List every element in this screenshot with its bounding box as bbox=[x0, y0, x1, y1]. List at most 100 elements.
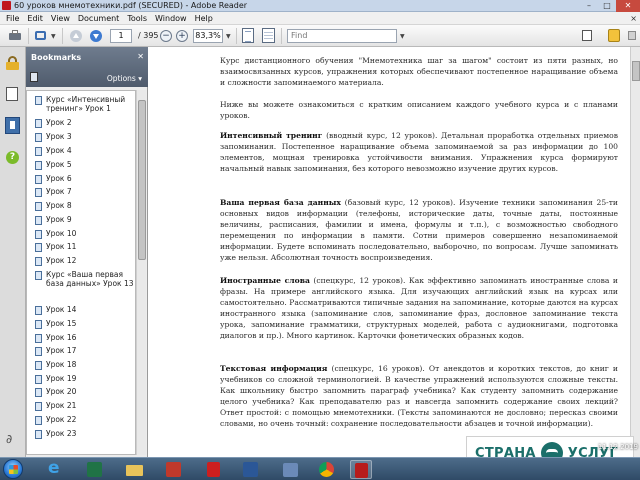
bookmark-item[interactable]: Урок 9 bbox=[35, 215, 134, 225]
bookmark-page-icon bbox=[35, 202, 42, 211]
bookmarks-title: Bookmarks bbox=[31, 53, 82, 62]
print-icon[interactable] bbox=[8, 29, 22, 43]
menu-tools[interactable]: Tools bbox=[123, 12, 151, 25]
bookmark-item[interactable]: Урок 12 bbox=[35, 256, 134, 266]
course-description: (спецкурс, 16 уроков). От анекдотов и ко… bbox=[220, 364, 618, 428]
attachment-icon[interactable]: ∂ bbox=[6, 432, 18, 446]
previous-page-button[interactable] bbox=[70, 30, 82, 42]
acrobat-icon[interactable] bbox=[203, 460, 225, 479]
bookmark-item[interactable]: Урок 23 bbox=[35, 429, 134, 439]
bookmark-item[interactable]: Урок 11 bbox=[35, 242, 134, 252]
bookmark-item[interactable]: Урок 10 bbox=[35, 229, 134, 239]
bookmark-item[interactable]: Урок 20 bbox=[35, 387, 134, 397]
intro-paragraph: Курс дистанционного обучения "Мнемотехни… bbox=[220, 56, 618, 87]
menu-edit[interactable]: Edit bbox=[23, 12, 47, 25]
bookmark-page-icon bbox=[35, 161, 42, 170]
menu-view[interactable]: View bbox=[47, 12, 74, 25]
bookmark-item[interactable]: Урок 4 bbox=[35, 146, 134, 156]
bookmark-page-icon bbox=[35, 347, 42, 356]
bookmark-item[interactable]: Урок 18 bbox=[35, 360, 134, 370]
bookmark-item[interactable]: Урок 21 bbox=[35, 401, 134, 411]
bookmark-item[interactable]: Урок 8 bbox=[35, 201, 134, 211]
lock-icon[interactable] bbox=[6, 56, 19, 70]
bookmark-item[interactable]: Урок 22 bbox=[35, 415, 134, 425]
bookmark-page-icon bbox=[35, 257, 42, 266]
start-button[interactable] bbox=[3, 459, 23, 479]
clock-date: 11.12.2019 bbox=[597, 443, 638, 451]
comment-icon[interactable] bbox=[608, 29, 620, 42]
zoom-out-button[interactable]: − bbox=[160, 30, 172, 42]
help-icon[interactable]: ? bbox=[6, 151, 19, 164]
bookmark-options-icon[interactable] bbox=[30, 72, 38, 82]
document-scrollbar[interactable] bbox=[630, 47, 640, 457]
bookmark-item[interactable]: Урок 6 bbox=[35, 174, 134, 184]
bookmark-label: Урок 16 bbox=[46, 333, 77, 342]
bookmark-item[interactable]: Курс «Интенсивный тренинг» Урок 1 bbox=[35, 95, 134, 113]
scrollbar-thumb[interactable] bbox=[138, 100, 146, 260]
viewer-icon[interactable] bbox=[280, 460, 302, 479]
bookmark-label: Урок 14 bbox=[46, 305, 77, 314]
menu-window[interactable]: Window bbox=[151, 12, 191, 25]
zoom-in-button[interactable]: + bbox=[176, 30, 188, 42]
bookmark-label: Урок 6 bbox=[46, 174, 72, 183]
maximize-button[interactable]: □ bbox=[598, 0, 616, 12]
pages-icon[interactable] bbox=[3, 87, 18, 105]
document-icon[interactable] bbox=[582, 30, 592, 41]
bookmark-page-icon bbox=[35, 96, 42, 105]
bookmark-item[interactable]: Урок 15 bbox=[35, 319, 134, 329]
bookmark-page-icon bbox=[35, 388, 42, 397]
bookmark-page-icon bbox=[35, 271, 42, 280]
fit-width-icon[interactable] bbox=[262, 28, 275, 43]
bookmark-label: Урок 12 bbox=[46, 256, 77, 265]
bookmark-label: Урок 17 bbox=[46, 346, 77, 355]
toolbar: ▼ 1 / 395 − + 83,3% ▼ Find ▼ bbox=[0, 25, 640, 47]
bookmark-item[interactable]: Урок 14 bbox=[35, 305, 134, 315]
word-icon[interactable] bbox=[240, 460, 262, 479]
bookmark-label: Урок 2 bbox=[46, 118, 72, 127]
menu-help[interactable]: Help bbox=[191, 12, 217, 25]
chevron-down-icon[interactable]: ▼ bbox=[400, 33, 405, 40]
bookmark-item[interactable]: Урок 17 bbox=[35, 346, 134, 356]
course-paragraph: Ваша первая база данных (базовый курс, 1… bbox=[220, 197, 618, 263]
chevron-down-icon[interactable]: ▼ bbox=[226, 33, 231, 40]
presentation-icon[interactable] bbox=[163, 460, 185, 479]
bookmark-icon[interactable] bbox=[5, 117, 20, 134]
internet-explorer-icon[interactable] bbox=[44, 458, 66, 479]
excel-icon[interactable] bbox=[84, 460, 106, 479]
close-panel-button[interactable]: ✕ bbox=[137, 52, 144, 61]
close-document-button[interactable]: × bbox=[630, 12, 637, 25]
zoom-input[interactable]: 83,3% bbox=[193, 29, 223, 43]
minimize-button[interactable]: – bbox=[580, 0, 598, 12]
chevron-down-icon[interactable]: ▼ bbox=[51, 33, 56, 40]
scrollbar-thumb[interactable] bbox=[632, 61, 640, 81]
fit-page-icon[interactable] bbox=[242, 28, 254, 43]
menu-document[interactable]: Document bbox=[74, 12, 123, 25]
folder-icon[interactable] bbox=[124, 460, 146, 479]
toolbar-separator bbox=[28, 28, 29, 44]
close-button[interactable]: ✕ bbox=[616, 0, 640, 12]
page-number-input[interactable]: 1 bbox=[110, 29, 132, 43]
bookmark-item[interactable]: Урок 19 bbox=[35, 374, 134, 384]
expand-icon[interactable] bbox=[628, 31, 636, 40]
adobe-reader-task[interactable] bbox=[350, 460, 372, 479]
chrome-icon[interactable] bbox=[316, 460, 338, 479]
bookmark-label: Урок 10 bbox=[46, 229, 77, 238]
bookmarks-scrollbar[interactable] bbox=[136, 90, 146, 455]
menu-file[interactable]: File bbox=[2, 12, 23, 25]
bookmark-page-icon bbox=[35, 430, 42, 439]
bookmark-item[interactable]: Урок 3 bbox=[35, 132, 134, 142]
bookmark-item[interactable]: Урок 2 bbox=[35, 118, 134, 128]
course-description: (спецкурс, 12 уроков). Как эффективно за… bbox=[220, 276, 618, 340]
bookmark-page-icon bbox=[35, 306, 42, 315]
bookmark-item[interactable]: Курс «Ваша первая база данных» Урок 13 bbox=[35, 270, 134, 288]
options-menu[interactable]: Options ▾ bbox=[107, 74, 142, 83]
bookmark-item[interactable]: Урок 16 bbox=[35, 333, 134, 343]
next-page-button[interactable] bbox=[90, 30, 102, 42]
bookmark-item[interactable]: Урок 7 bbox=[35, 187, 134, 197]
find-input[interactable]: Find bbox=[287, 29, 397, 43]
bookmark-item[interactable]: Урок 5 bbox=[35, 160, 134, 170]
bookmark-page-icon bbox=[35, 334, 42, 343]
bookmark-page-icon bbox=[35, 375, 42, 384]
bookmark-page-icon bbox=[35, 230, 42, 239]
share-icon[interactable] bbox=[34, 29, 48, 43]
